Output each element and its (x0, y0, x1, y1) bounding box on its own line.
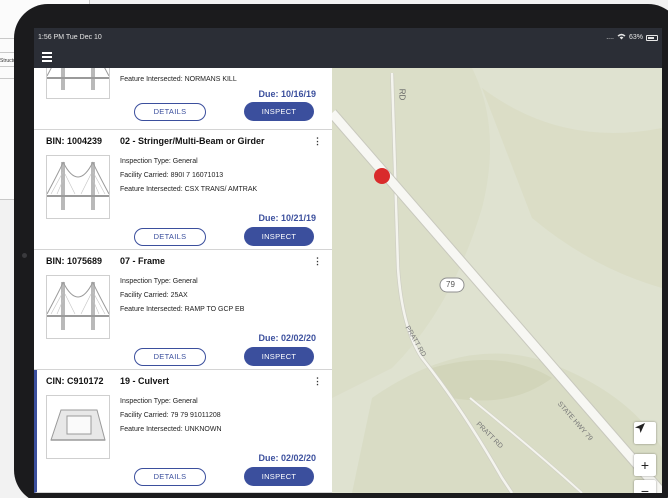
bridge-thumbnail-icon (46, 275, 110, 339)
due-date: Due: 10/16/19 (258, 89, 316, 99)
culvert-thumbnail-icon (46, 395, 110, 459)
signal-icon: .... (606, 34, 614, 41)
feature-intersected: Feature Intersected: CSX TRANS/ AMTRAK (120, 186, 258, 193)
bin-number: BIN: 1004239 (46, 136, 103, 146)
structure-type: 07 - Frame (120, 256, 166, 266)
inspection-type: Inspection Type: General (120, 398, 198, 405)
inspect-button[interactable]: INSPECT (244, 102, 314, 121)
battery-icon (646, 34, 658, 41)
card-header: BIN: 1004239 02 - Stringer/Multi-Beam or… (46, 136, 326, 148)
inspect-button[interactable]: INSPECT (244, 347, 314, 366)
details-button[interactable]: DETAILS (134, 228, 206, 246)
structure-type: 02 - Stringer/Multi-Beam or Girder (120, 136, 265, 146)
locate-me-button[interactable] (634, 422, 656, 444)
card-header: CIN: C910172 19 - Culvert ⋮ (46, 376, 326, 388)
inspect-button[interactable]: INSPECT (244, 227, 314, 246)
bin-number: BIN: 1075689 (46, 256, 103, 266)
more-options-icon[interactable]: ⋮ (313, 136, 322, 147)
inspection-type: Inspection Type: General (120, 278, 198, 285)
app-bar (34, 46, 662, 68)
more-options-icon[interactable]: ⋮ (313, 256, 322, 267)
road-label-rd: RD (397, 88, 407, 101)
map-canvas (332, 68, 662, 493)
cin-number: CIN: C910172 (46, 376, 104, 386)
inspection-card[interactable]: Feature Intersected: NORMANS KILL Due: 1… (34, 68, 332, 130)
feature-intersected: Feature Intersected: UNKNOWN (120, 426, 222, 433)
bridge-thumbnail-icon (46, 155, 110, 219)
inspection-card-selected[interactable]: CIN: C910172 19 - Culvert ⋮ Inspection T… (34, 370, 332, 493)
inspection-card[interactable]: BIN: 1004239 02 - Stringer/Multi-Beam or… (34, 130, 332, 250)
facility-carried: Facility Carried: 890I 7 16071013 (120, 172, 224, 179)
card-info: Inspection Type: General Facility Carrie… (120, 275, 244, 317)
battery-percent: 63% (628, 34, 643, 41)
inspection-card[interactable]: BIN: 1075689 07 - Frame ⋮ Inspection Typ… (34, 250, 332, 370)
due-date: Due: 10/21/19 (258, 213, 316, 223)
due-date: Due: 02/02/20 (258, 453, 316, 463)
inspect-button[interactable]: INSPECT (244, 467, 314, 486)
due-date: Due: 02/02/20 (258, 333, 316, 343)
scene: Structur 1:56 PM Tue Dec 10 .... 63% Fea… (0, 0, 668, 498)
hamburger-menu-icon[interactable] (42, 50, 56, 64)
status-indicators: .... 63% (606, 33, 658, 42)
status-bar: 1:56 PM Tue Dec 10 .... 63% (34, 28, 662, 46)
details-button[interactable]: DETAILS (134, 468, 206, 486)
status-time: 1:56 PM Tue Dec 10 (38, 34, 102, 41)
bridge-thumbnail-icon (46, 68, 110, 99)
wifi-icon (617, 33, 626, 42)
tablet-frame: 1:56 PM Tue Dec 10 .... 63% Feature Inte… (14, 4, 668, 498)
card-info: Inspection Type: General Facility Carrie… (120, 155, 257, 197)
inspection-list[interactable]: Feature Intersected: NORMANS KILL Due: 1… (34, 68, 332, 493)
card-info: Feature Intersected: NORMANS KILL (120, 73, 237, 87)
more-options-icon[interactable]: ⋮ (313, 376, 322, 387)
bridge-marker[interactable] (374, 168, 390, 184)
facility-carried: Facility Carried: 79 79 91011208 (120, 412, 221, 419)
structure-type: 19 - Culvert (120, 376, 170, 386)
zoom-out-button[interactable]: − (634, 480, 656, 493)
facility-carried: Facility Carried: 25AX (120, 292, 188, 299)
feature-intersected: Feature Intersected: RAMP TO GCP EB (120, 306, 245, 313)
zoom-in-button[interactable]: + (634, 454, 656, 476)
card-info: Inspection Type: General Facility Carrie… (120, 395, 222, 437)
route-shield-label: 79 (446, 280, 455, 289)
feature-intersected: Feature Intersected: NORMANS KILL (120, 76, 237, 83)
details-button[interactable]: DETAILS (134, 348, 206, 366)
inspection-type: Inspection Type: General (120, 158, 198, 165)
navigation-arrow-icon (635, 423, 645, 433)
card-header: BIN: 1075689 07 - Frame ⋮ (46, 256, 326, 268)
details-button[interactable]: DETAILS (134, 103, 206, 121)
camera-dot (22, 253, 27, 258)
tablet-screen: 1:56 PM Tue Dec 10 .... 63% Feature Inte… (34, 28, 662, 493)
map-view[interactable]: RD 79 PRATT RD PRATT RD STATE HWY 79 + − (332, 68, 662, 493)
